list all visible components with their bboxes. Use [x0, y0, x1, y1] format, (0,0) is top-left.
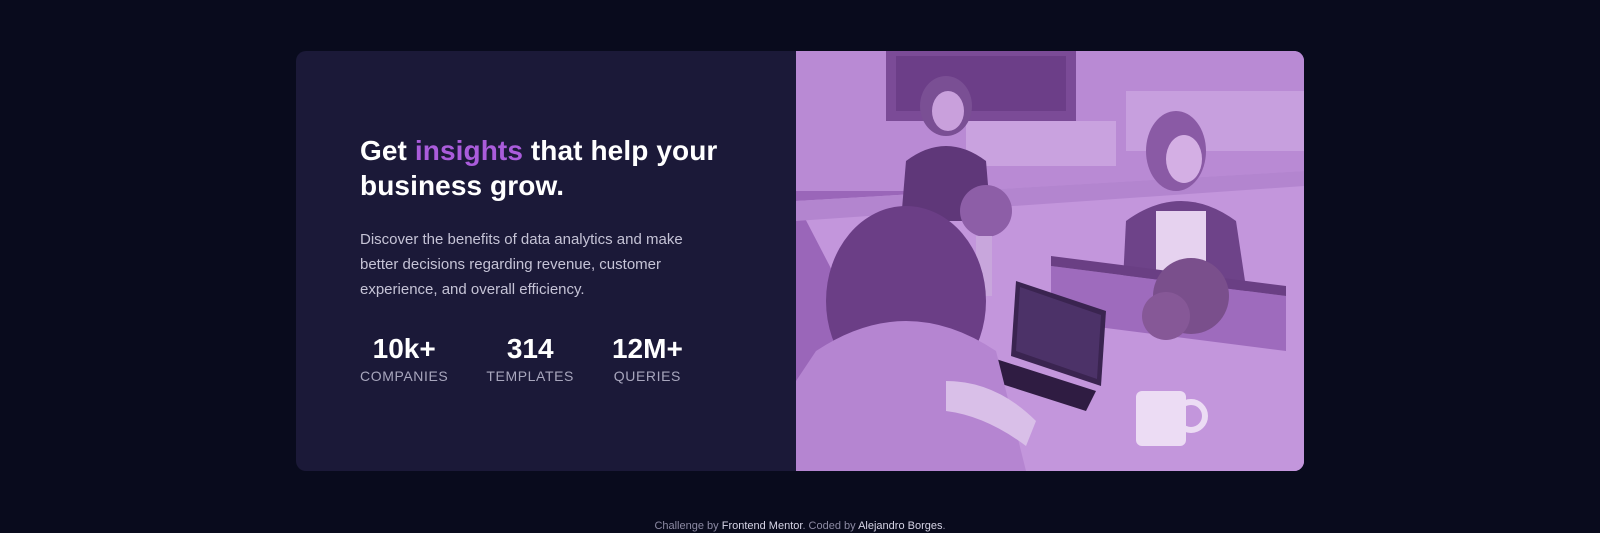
stats-list: 10k+ COMPANIES 314 TEMPLATES 12M+ QUERIE…: [360, 333, 721, 384]
description: Discover the benefits of data analytics …: [360, 231, 683, 298]
office-meeting-photo: [796, 51, 1304, 471]
stat-templates: 314 TEMPLATES: [486, 333, 574, 384]
stat-label: COMPANIES: [360, 368, 449, 384]
card-content: Get insights that help your business gro…: [296, 51, 796, 471]
footer-suffix: .: [942, 520, 946, 532]
photo-illustration: [796, 51, 1304, 471]
stat-value: 314: [506, 333, 554, 364]
stats-preview-card: Get insights that help your business gro…: [296, 51, 1304, 471]
stat-value: 12M+: [611, 333, 683, 364]
headline: Get insights that help your business gro…: [360, 133, 750, 203]
headline-prefix: Get: [360, 135, 415, 166]
footer-prefix: Challenge by: [654, 520, 722, 532]
stat-label: TEMPLATES: [486, 368, 574, 384]
stat-label: QUERIES: [613, 368, 681, 384]
stat-value: 10k+: [372, 333, 436, 364]
stat-companies: 10k+ COMPANIES: [360, 333, 448, 384]
frontend-mentor-link[interactable]: Frontend Mentor: [722, 520, 803, 532]
attribution-footer: Challenge by Frontend Mentor. Coded by A…: [0, 520, 1600, 532]
headline-accent: insights: [414, 135, 523, 166]
author-link[interactable]: Alejandro Borges: [858, 520, 942, 532]
footer-middle: . Coded by: [802, 520, 859, 532]
page: Get insights that help your business gro…: [0, 0, 1600, 533]
stat-queries: 12M+ QUERIES: [612, 333, 683, 384]
